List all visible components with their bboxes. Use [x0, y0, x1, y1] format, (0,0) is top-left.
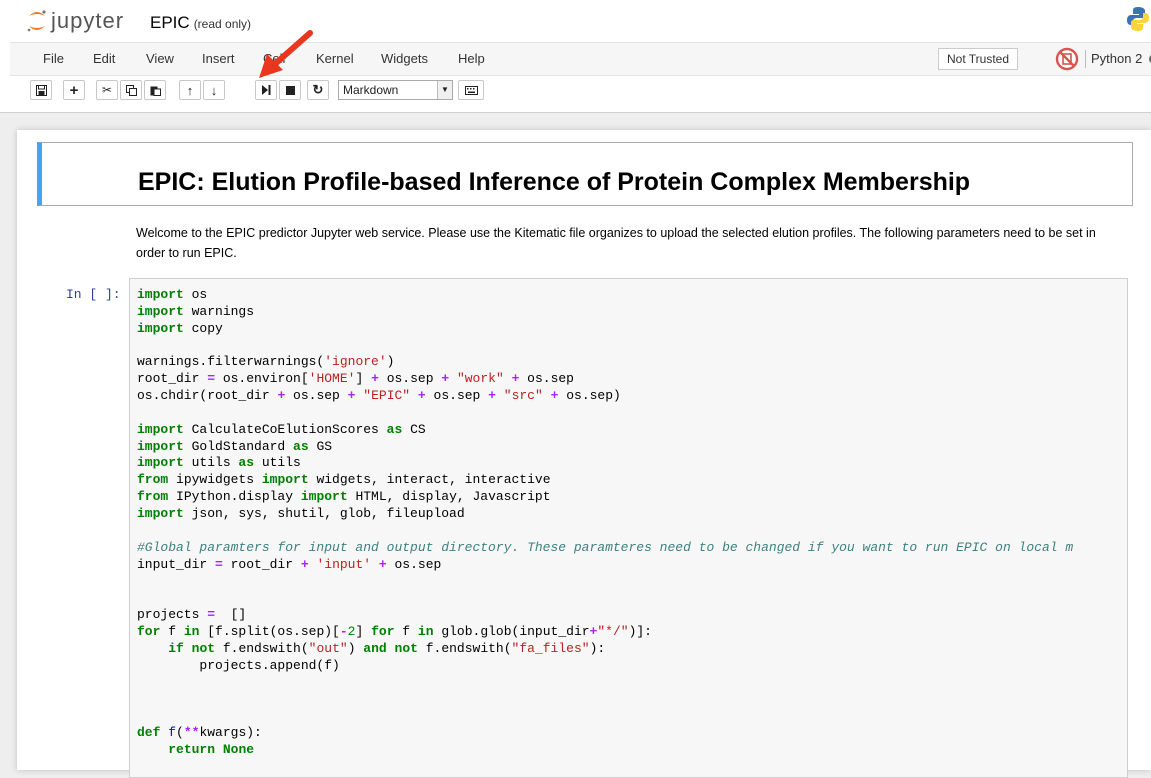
menu-bar: File Edit View Insert Cell Kernel Widget… — [10, 42, 1151, 76]
kernel-name: Python 2 — [1091, 51, 1143, 66]
arrow-down-icon: ↓ — [210, 82, 218, 98]
restart-icon: ↻ — [312, 82, 324, 97]
command-palette-button[interactable] — [458, 80, 484, 100]
move-down-button[interactable]: ↓ — [203, 80, 225, 100]
menu-help[interactable]: Help — [458, 51, 485, 66]
menu-widgets[interactable]: Widgets — [381, 51, 428, 66]
restart-kernel-button[interactable]: ↻ — [307, 80, 329, 100]
not-trusted-button[interactable]: Not Trusted — [938, 48, 1019, 70]
menu-file[interactable]: File — [43, 51, 64, 66]
menu-kernel[interactable]: Kernel — [316, 51, 354, 66]
paste-icon — [150, 86, 161, 96]
menu-insert[interactable]: Insert — [202, 51, 235, 66]
scissors-icon: ✂ — [101, 83, 113, 97]
dropdown-arrow-icon: ▼ — [437, 81, 452, 99]
jupyter-orbit-icon — [27, 10, 46, 32]
code-content[interactable]: import os import warnings import copy wa… — [130, 279, 1127, 759]
move-up-button[interactable]: ↑ — [179, 80, 201, 100]
notebook-name: EPIC — [150, 13, 190, 32]
paste-button[interactable] — [144, 80, 166, 100]
markdown-cell-selected[interactable]: EPIC: Elution Profile-based Inference of… — [37, 142, 1133, 206]
code-cell-editor[interactable]: import os import warnings import copy wa… — [129, 278, 1128, 778]
stop-icon — [285, 85, 295, 95]
save-icon — [35, 84, 47, 96]
interrupt-kernel-button[interactable] — [279, 80, 301, 100]
input-prompt: In [ ]: — [66, 287, 121, 302]
intro-paragraph: Welcome to the EPIC predictor Jupyter we… — [136, 226, 1096, 260]
kernel-disconnected-icon — [1055, 47, 1079, 71]
red-annotation-arrow-icon — [259, 30, 313, 78]
menu-view[interactable]: View — [146, 51, 174, 66]
run-cell-button[interactable] — [255, 80, 277, 100]
notebook-heading: EPIC: Elution Profile-based Inference of… — [138, 168, 971, 196]
save-button[interactable] — [30, 80, 52, 100]
step-forward-icon — [262, 85, 271, 95]
copy-button[interactable] — [120, 80, 142, 100]
cut-button[interactable]: ✂ — [96, 80, 118, 100]
copy-icon — [125, 84, 137, 96]
cell-type-value: Markdown — [343, 83, 399, 97]
kernel-separator — [1085, 50, 1086, 68]
jupyter-wordmark: jupyter — [51, 8, 125, 33]
cell-type-select[interactable]: Markdown ▼ — [338, 80, 453, 100]
menu-edit[interactable]: Edit — [93, 51, 115, 66]
notebook-title[interactable]: EPIC (read only) — [150, 13, 251, 33]
read-only-label: (read only) — [193, 17, 252, 31]
keyboard-icon — [464, 85, 478, 95]
notebook-header: jupyter EPIC (read only) File Edit View I… — [0, 0, 1151, 113]
notebook-container: EPIC: Elution Profile-based Inference of… — [17, 130, 1151, 778]
arrow-up-icon: ↑ — [186, 82, 194, 98]
python-logo-icon — [1127, 6, 1149, 37]
jupyter-logo[interactable]: jupyter — [26, 8, 124, 34]
insert-cell-button[interactable]: + — [63, 80, 85, 100]
plus-icon: + — [69, 81, 79, 99]
